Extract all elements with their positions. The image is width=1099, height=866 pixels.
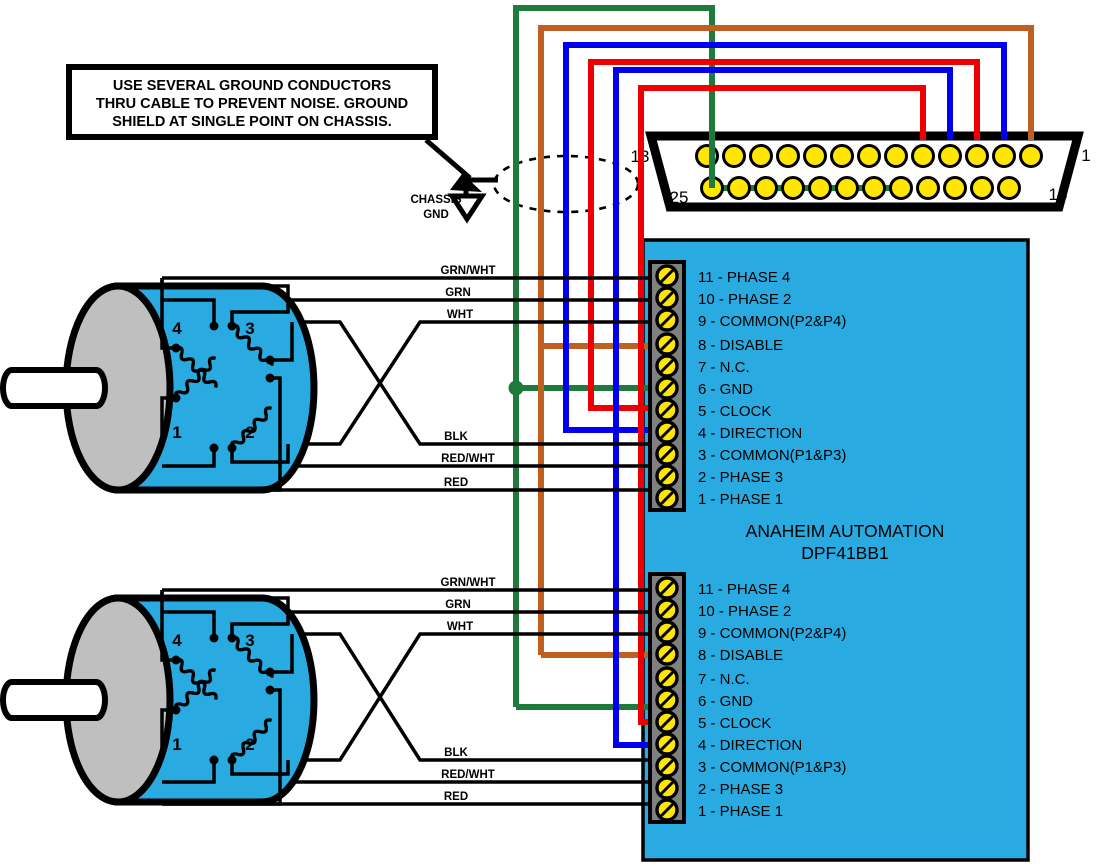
motor-lower-coil-label-1: 1 <box>172 735 181 754</box>
lead-label-red-wht-lower: RED/WHT <box>441 769 495 781</box>
terminal-label-lower-6: 6 - GND <box>698 693 753 710</box>
terminal-label-lower-11: 11 - PHASE 4 <box>698 581 790 598</box>
lead-label-red-upper: RED <box>444 477 468 489</box>
lead-label-grn-upper: GRN <box>445 287 471 299</box>
db25-pin-label-25: 25 <box>670 188 689 207</box>
terminal-label-lower-2: 2 - PHASE 3 <box>698 781 783 798</box>
motor-upper <box>0 282 318 494</box>
chassis-gnd-label-line2: GND <box>423 209 449 221</box>
terminal-label-lower-4: 4 - DIRECTION <box>698 737 802 754</box>
lead-label-grn-lower: GRN <box>445 599 471 611</box>
driver-model-label: DPF41BB1 <box>801 543 889 563</box>
terminal-label-upper-6: 6 - GND <box>698 381 753 398</box>
terminal-label-upper-2: 2 - PHASE 3 <box>698 469 783 486</box>
terminal-label-lower-1: 1 - PHASE 1 <box>698 803 783 820</box>
terminal-strip-upper[interactable] <box>648 260 686 512</box>
motor-lower-coil-label-2: 2 <box>245 735 254 754</box>
terminal-strip-lower[interactable] <box>648 572 686 824</box>
lead-label-blk-upper: BLK <box>444 431 468 443</box>
lead-label-red-wht-upper: RED/WHT <box>441 453 495 465</box>
ground-note-line-1: USE SEVERAL GROUND CONDUCTORS <box>113 78 392 94</box>
motor-upper-coil-label-3: 3 <box>245 319 254 338</box>
lead-label-wht-upper: WHT <box>447 309 473 321</box>
terminal-label-upper-7: 7 - N.C. <box>698 359 750 376</box>
motor-upper-coil-label-2: 2 <box>245 423 254 442</box>
terminal-label-lower-8: 8 - DISABLE <box>698 647 783 664</box>
terminal-label-upper-4: 4 - DIRECTION <box>698 425 802 442</box>
terminal-label-upper-11: 11 - PHASE 4 <box>698 269 790 286</box>
terminal-label-upper-10: 10 - PHASE 2 <box>698 291 791 308</box>
driver-brand-label: ANAHEIM AUTOMATION <box>746 521 945 541</box>
motor-lower-coil-label-3: 3 <box>245 631 254 650</box>
terminal-label-lower-3: 3 - COMMON(P1&P3) <box>698 759 846 776</box>
motor-lower <box>0 594 318 806</box>
terminal-label-lower-7: 7 - N.C. <box>698 671 750 688</box>
lead-label-red-lower: RED <box>444 791 468 803</box>
terminal-label-upper-1: 1 - PHASE 1 <box>698 491 783 508</box>
ground-note-line-3: SHIELD AT SINGLE POINT ON CHASSIS. <box>112 114 392 130</box>
terminal-label-lower-5: 5 - CLOCK <box>698 715 771 732</box>
motor-upper-coil-label-4: 4 <box>172 319 182 338</box>
lead-label-grn-wht-lower: GRN/WHT <box>441 577 496 589</box>
ground-note: USE SEVERAL GROUND CONDUCTORS THRU CABLE… <box>66 64 438 140</box>
motor-upper-coil-label-1: 1 <box>172 423 181 442</box>
terminal-label-upper-8: 8 - DISABLE <box>698 337 783 354</box>
wiring-diagram: USE SEVERAL GROUND CONDUCTORS THRU CABLE… <box>0 5 1091 862</box>
terminal-label-upper-5: 5 - CLOCK <box>698 403 771 420</box>
lead-label-blk-lower: BLK <box>444 747 468 759</box>
note-pointer-arrow <box>424 138 482 192</box>
db25-pin-label-14: 14 <box>1049 185 1068 204</box>
ground-note-line-2: THRU CABLE TO PREVENT NOISE. GROUND <box>96 96 408 112</box>
terminal-label-upper-3: 3 - COMMON(P1&P3) <box>698 447 846 464</box>
chassis-ground-symbol: CHASSIS GND <box>410 177 498 224</box>
db25-pin-label-1: 1 <box>1081 146 1090 165</box>
lead-label-wht-lower: WHT <box>447 621 473 633</box>
motor-lower-coil-label-4: 4 <box>172 631 182 650</box>
terminal-label-lower-9: 9 - COMMON(P2&P4) <box>698 625 846 642</box>
terminal-label-lower-10: 10 - PHASE 2 <box>698 603 791 620</box>
terminal-label-upper-9: 9 - COMMON(P2&P4) <box>698 313 846 330</box>
lead-label-grn-wht-upper: GRN/WHT <box>441 265 496 277</box>
diagram-canvas: USE SEVERAL GROUND CONDUCTORS THRU CABLE… <box>0 0 1099 866</box>
wire-green-junction-dot <box>508 380 524 396</box>
chassis-gnd-label-line1: CHASSIS <box>410 194 461 206</box>
